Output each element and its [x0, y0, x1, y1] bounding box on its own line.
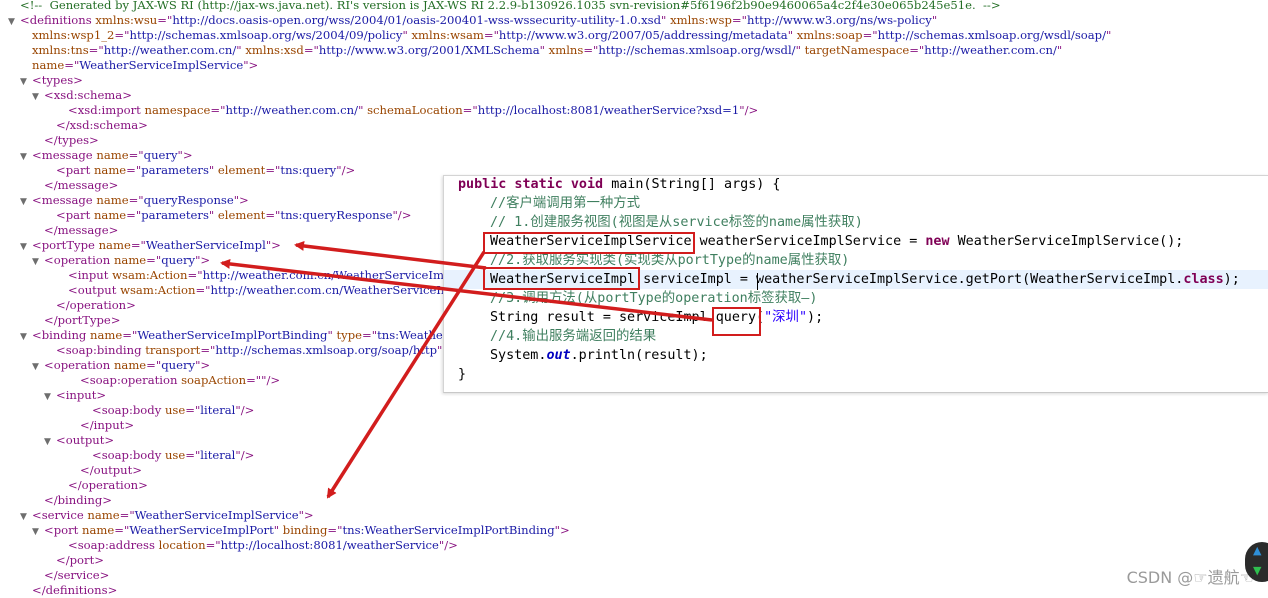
scroll-up-icon[interactable]: ▲ — [1253, 544, 1261, 557]
arrow-to-service — [326, 251, 486, 499]
annotation-arrows — [220, 240, 713, 499]
arrow-to-operation — [220, 258, 713, 322]
scroll-down-icon[interactable]: ▼ — [1253, 564, 1261, 577]
arrow-to-porttype — [294, 240, 487, 270]
scroll-buttons[interactable]: ▲ ▼ — [1245, 542, 1268, 582]
csdn-watermark: CSDN @☞遗航☜ — [1126, 568, 1254, 587]
